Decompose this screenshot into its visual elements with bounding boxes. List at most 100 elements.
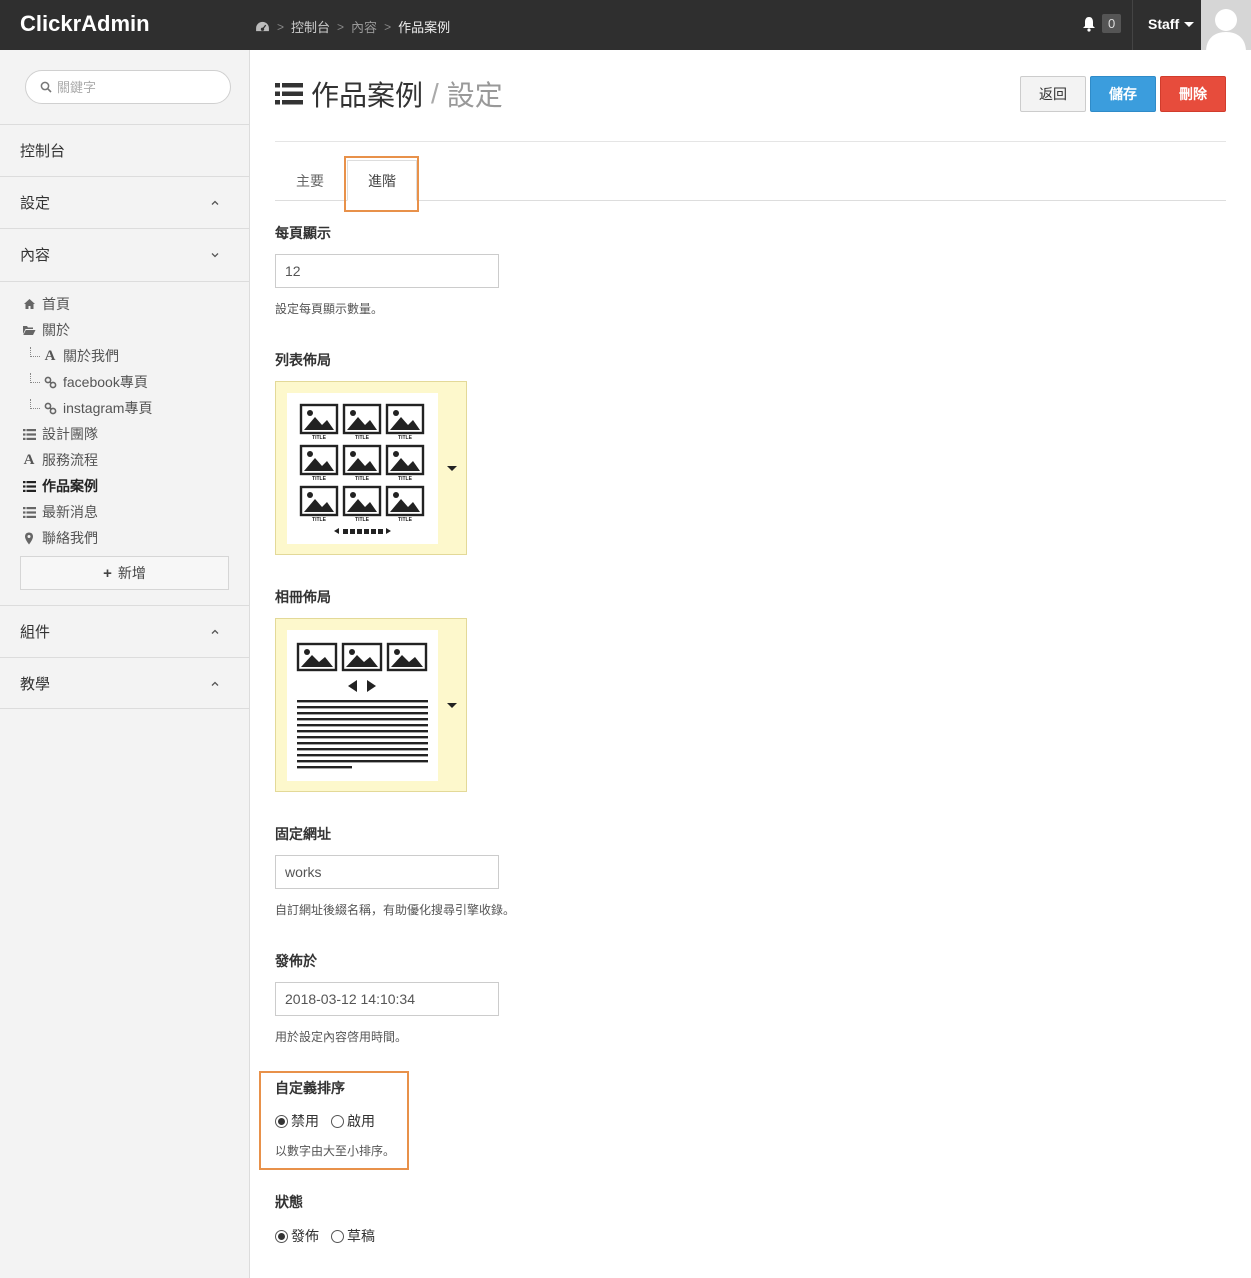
sidebar-item-label: 關於 xyxy=(42,322,70,338)
status-option-draft[interactable]: 草稿 xyxy=(331,1226,375,1246)
sidebar-section-tutorial[interactable]: 教學 xyxy=(0,657,249,709)
search-input[interactable] xyxy=(57,79,207,95)
bell-icon xyxy=(1083,16,1095,32)
sidebar-item-label: 關於我們 xyxy=(63,348,119,364)
caret-down-icon xyxy=(447,703,457,708)
sidebar-item-facebook[interactable]: facebook專頁 xyxy=(30,372,148,392)
custom-sort-label: 自定義排序 xyxy=(275,1080,345,1096)
notification-count-badge: 0 xyxy=(1102,14,1122,33)
breadcrumb-content[interactable]: 內容 xyxy=(351,17,377,36)
album-layout-thumbnail xyxy=(296,642,428,769)
plus-icon: + xyxy=(103,564,112,582)
breadcrumb-separator: > xyxy=(337,19,345,34)
delete-button[interactable]: 刪除 xyxy=(1160,76,1226,112)
sidebar-item-home[interactable]: 首頁 xyxy=(22,294,70,314)
breadcrumb-separator: > xyxy=(384,19,392,34)
user-menu[interactable]: Staff xyxy=(1148,16,1195,32)
title-separator: / xyxy=(431,78,439,109)
save-button[interactable]: 儲存 xyxy=(1090,76,1156,112)
font-icon: A xyxy=(23,451,35,468)
breadcrumb-dashboard[interactable]: 控制台 xyxy=(291,17,330,36)
tile-caption: TITLE xyxy=(355,517,370,523)
sidebar-item-about[interactable]: 關於 xyxy=(22,320,70,340)
chevron-down-icon xyxy=(211,253,219,258)
tab-main[interactable]: 主要 xyxy=(275,160,345,201)
sidebar-item-dashboard[interactable]: 控制台 xyxy=(0,124,249,176)
custom-sort-option-disable[interactable]: 禁用 xyxy=(275,1111,319,1131)
list-icon xyxy=(22,479,36,493)
map-marker-icon xyxy=(22,531,36,545)
tile-caption: TITLE xyxy=(398,517,413,523)
list-icon xyxy=(22,505,36,519)
sidebar-item-label: 聯絡我們 xyxy=(42,530,98,546)
sidebar-item-label: facebook專頁 xyxy=(63,374,148,390)
custom-sort-help: 以數字由大至小排序。 xyxy=(275,1144,396,1158)
sidebar-item-contact[interactable]: 聯絡我們 xyxy=(22,528,98,548)
sidebar-section-settings[interactable]: 設定 xyxy=(0,176,249,228)
sidebar-item-label: 服務流程 xyxy=(42,452,98,468)
sidebar-item-news[interactable]: 最新消息 xyxy=(22,502,98,522)
tree-connector xyxy=(30,399,40,409)
link-icon xyxy=(43,401,57,415)
avatar[interactable] xyxy=(1201,0,1251,50)
published-at-help: 用於設定內容啓用時間。 xyxy=(275,1030,408,1044)
custom-sort-radio-group: 禁用 啟用 xyxy=(275,1111,387,1131)
radio-checked-icon[interactable] xyxy=(275,1229,288,1243)
radio-unchecked-icon[interactable] xyxy=(331,1114,344,1128)
list-icon xyxy=(22,427,36,441)
breadcrumb-current: 作品案例 xyxy=(398,20,451,35)
folder-open-icon xyxy=(22,323,36,337)
brand-logo[interactable]: ClickrAdmin xyxy=(20,11,150,37)
chevron-up-icon xyxy=(211,629,219,634)
sidebar-item-label: 組件 xyxy=(20,624,51,641)
status-label: 狀態 xyxy=(275,1194,303,1210)
page-subtitle: 設定 xyxy=(446,80,503,111)
divider xyxy=(275,141,1226,142)
chevron-up-icon xyxy=(211,681,219,686)
sidebar-section-content[interactable]: 內容 xyxy=(0,228,249,280)
caret-down-icon xyxy=(1184,21,1195,27)
dashboard-icon[interactable] xyxy=(255,21,270,32)
sidebar-item-works[interactable]: 作品案例 xyxy=(22,476,98,496)
published-at-input[interactable] xyxy=(275,982,499,1016)
user-name: Staff xyxy=(1148,16,1180,32)
custom-sort-option-enable[interactable]: 啟用 xyxy=(331,1111,375,1131)
sidebar-item-instagram[interactable]: instagram專頁 xyxy=(30,398,152,418)
list-layout-select[interactable]: TITLE TITLE TITLE TITLE TITLE TITLE TITLE TIT… xyxy=(275,381,467,555)
search-icon xyxy=(40,81,52,93)
sidebar-item-about-us[interactable]: A 關於我們 xyxy=(30,346,119,366)
back-button[interactable]: 返回 xyxy=(1020,76,1086,112)
tile-caption: TITLE xyxy=(398,435,413,441)
tile-caption: TITLE xyxy=(398,476,413,482)
sidebar-item-label: instagram專頁 xyxy=(63,400,153,416)
radio-unchecked-icon[interactable] xyxy=(331,1229,344,1243)
radio-checked-icon[interactable] xyxy=(275,1114,288,1128)
tree-connector xyxy=(30,347,40,357)
status-radio-group: 發佈 草稿 xyxy=(275,1226,387,1246)
sidebar-item-service-flow[interactable]: A 服務流程 xyxy=(22,450,98,470)
sidebar-item-label: 設定 xyxy=(20,195,51,212)
page-title-text: 作品案例 xyxy=(311,80,424,111)
sidebar-item-label: 控制台 xyxy=(20,143,66,160)
tile-caption: TITLE xyxy=(312,476,327,482)
album-layout-select[interactable] xyxy=(275,618,467,792)
per-page-input[interactable] xyxy=(275,254,499,288)
permalink-label: 固定網址 xyxy=(275,826,331,842)
add-content-button[interactable]: + 新增 xyxy=(20,556,229,590)
radio-label: 草稿 xyxy=(347,1228,375,1244)
album-layout-preview xyxy=(287,630,438,781)
album-layout-label: 相冊佈局 xyxy=(275,589,331,605)
sidebar-section-components[interactable]: 組件 xyxy=(0,605,249,657)
notifications[interactable]: 0 xyxy=(1082,14,1122,33)
sidebar: 控制台 設定 內容 首頁 關於 A 關於我們 xyxy=(0,50,250,1278)
sidebar-search[interactable] xyxy=(25,70,231,104)
caret-down-icon xyxy=(447,466,457,471)
user-silhouette-icon xyxy=(1206,9,1246,50)
tree-connector xyxy=(30,373,40,383)
sidebar-item-design-team[interactable]: 設計團隊 xyxy=(22,424,98,444)
status-option-publish[interactable]: 發佈 xyxy=(275,1226,319,1246)
grid-layout-thumbnail: TITLE TITLE TITLE TITLE TITLE TITLE TITLE TIT… xyxy=(299,403,425,534)
list-layout-preview: TITLE TITLE TITLE TITLE TITLE TITLE TITLE TIT… xyxy=(287,393,438,544)
permalink-input[interactable] xyxy=(275,855,499,889)
permalink-help: 自訂網址後綴名稱，有助優化搜尋引擎收錄。 xyxy=(275,903,516,917)
